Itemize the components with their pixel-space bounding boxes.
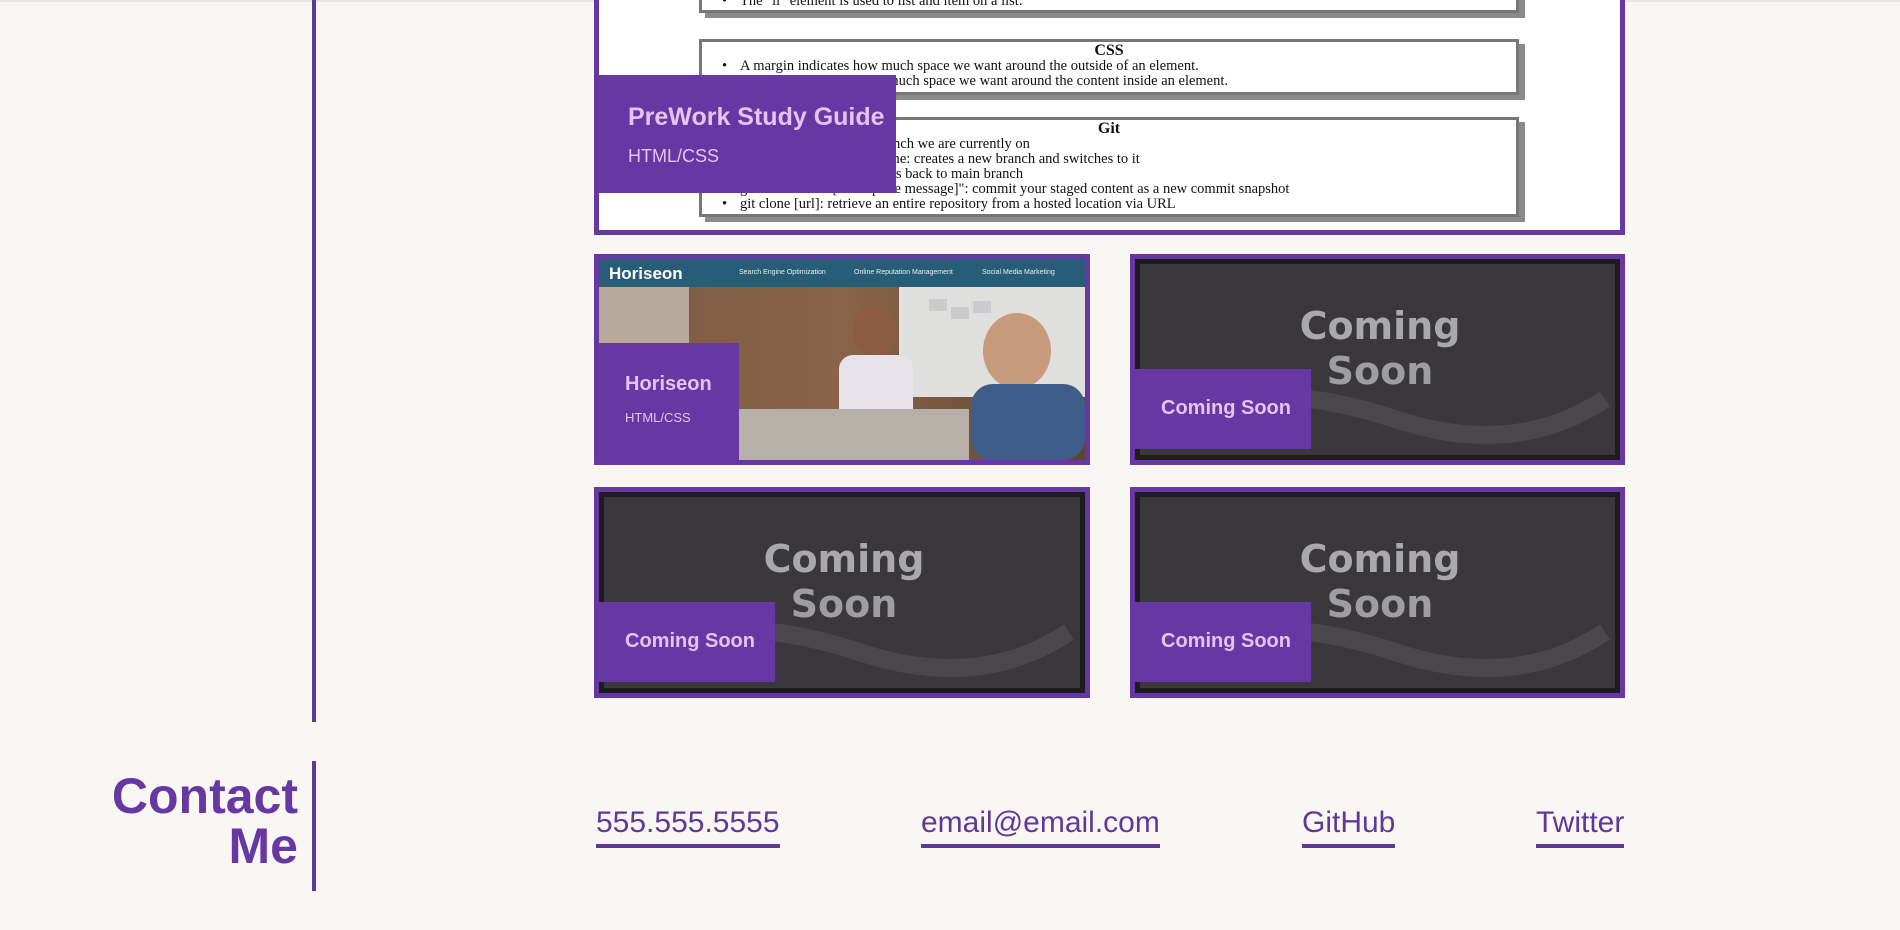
study-guide-bullet: The "li" element is used to list and ite…	[702, 0, 1516, 9]
chalk-text: Coming	[1300, 537, 1461, 581]
horiseon-nav-item: Online Reputation Management	[854, 269, 953, 276]
chalk-text: Coming	[1300, 304, 1461, 348]
horiseon-nav-item: Search Engine Optimization	[739, 269, 826, 276]
study-guide-css-heading: CSS	[1094, 42, 1124, 59]
horiseon-nav-item: Social Media Marketing	[982, 269, 1055, 276]
contact-heading-line2: Me	[228, 818, 298, 874]
contact-heading-line1: Contact	[111, 768, 298, 824]
contact-section-divider	[312, 761, 316, 891]
project-card-horiseon[interactable]: Horiseon Search Engine Optimization Onli…	[594, 254, 1090, 465]
project-card-prework-study-guide[interactable]: The "li" element is used to list and ite…	[594, 0, 1625, 235]
project-title: Horiseon	[625, 373, 712, 395]
study-guide-bullet: git clone [url]: retrieve an entire repo…	[702, 197, 1516, 213]
project-caption[interactable]: Coming Soon	[1135, 369, 1311, 449]
study-guide-bullet: A margin indicates how much space we wan…	[702, 59, 1516, 75]
twitter-link[interactable]: Twitter	[1536, 803, 1625, 848]
project-caption[interactable]: Coming Soon	[1135, 602, 1311, 682]
project-caption[interactable]: PreWork Study Guide HTML/CSS	[599, 75, 896, 193]
project-title: Coming Soon	[1161, 397, 1291, 419]
project-card-coming-soon[interactable]: Coming Soon Coming Soon	[1130, 254, 1625, 465]
github-link[interactable]: GitHub	[1302, 803, 1396, 848]
page: The "li" element is used to list and ite…	[0, 0, 1900, 930]
project-subtitle: HTML/CSS	[628, 146, 720, 166]
project-caption[interactable]: Coming Soon	[599, 602, 775, 682]
chalk-text: Coming	[764, 537, 925, 581]
contact-heading: Contact Me	[38, 771, 298, 871]
project-card-coming-soon[interactable]: Coming Soon Coming Soon	[1130, 487, 1625, 698]
project-caption[interactable]: Horiseon HTML/CSS	[599, 343, 739, 460]
chalk-text: Soon	[1327, 349, 1434, 393]
email-link[interactable]: email@email.com	[921, 803, 1160, 848]
study-guide-html-box: The "li" element is used to list and ite…	[699, 0, 1519, 13]
project-card-coming-soon[interactable]: Coming Soon Coming Soon	[594, 487, 1090, 698]
project-subtitle: HTML/CSS	[625, 410, 691, 425]
project-title: Coming Soon	[1161, 630, 1291, 652]
work-section-divider	[312, 0, 316, 722]
chalk-text: Soon	[791, 582, 898, 626]
project-title: Coming Soon	[625, 630, 755, 652]
phone-link[interactable]: 555.555.5555	[596, 803, 780, 848]
horiseon-logo: Horiseon	[609, 264, 683, 283]
chalk-text: Soon	[1327, 582, 1434, 626]
project-title: PreWork Study Guide	[628, 103, 885, 131]
